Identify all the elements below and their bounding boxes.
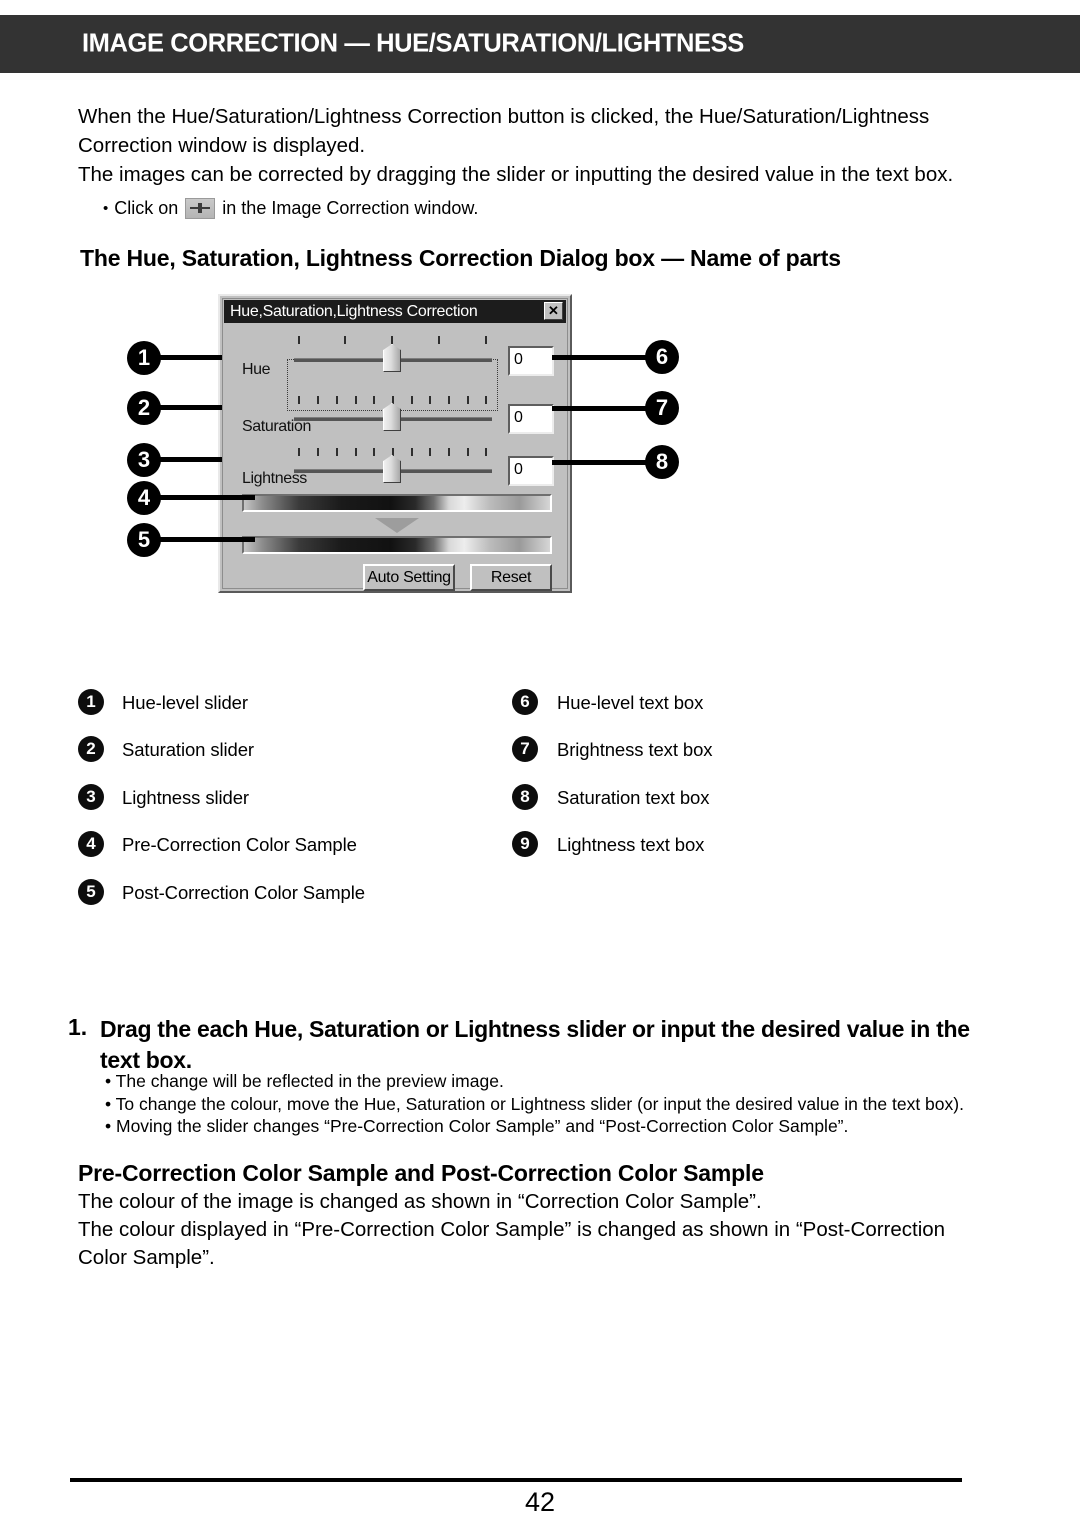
- lightness-slider-row: Lightness 0: [220, 438, 574, 490]
- hue-label: Hue: [242, 361, 271, 378]
- saturation-slider-row: Saturation 0: [220, 386, 574, 438]
- saturation-text-box[interactable]: 0: [508, 404, 554, 434]
- callout-badge-7: 7: [645, 391, 679, 425]
- callout-badge-2: 2: [127, 391, 161, 425]
- intro-line-3: The images can be corrected by dragging …: [78, 163, 954, 186]
- callout-badge-1: 1: [127, 341, 161, 375]
- heading-name-of-parts: The Hue, Saturation, Lightness Correctio…: [80, 245, 841, 271]
- click-on-suffix: in the Image Correction window.: [222, 198, 479, 218]
- footer-divider: [70, 1478, 962, 1482]
- callout-badge-5: 5: [127, 523, 161, 557]
- legend-label-7: Brightness text box: [557, 739, 713, 760]
- page-title: IMAGE CORRECTION — HUE/SATURATION/LIGHTN…: [82, 29, 744, 58]
- click-on-instruction: • Click on in the Image Correction windo…: [103, 196, 478, 220]
- arrow-down-icon: [375, 518, 419, 533]
- hue-ticks: [298, 336, 488, 344]
- callout-badge-8: 8: [645, 445, 679, 479]
- callout-badge-4: 4: [127, 481, 161, 515]
- legend-label-8: Saturation text box: [557, 787, 710, 808]
- legend-badge-1: 1: [78, 689, 104, 715]
- legend-badge-9: 9: [512, 831, 538, 857]
- close-icon[interactable]: ✕: [544, 302, 563, 320]
- callout-badge-6: 6: [645, 340, 679, 374]
- step-bullet-2: • To change the colour, move the Hue, Sa…: [105, 1093, 964, 1114]
- lightness-ticks: [298, 448, 488, 456]
- dialog-titlebar: Hue,Saturation,Lightness Correction ✕: [224, 300, 566, 323]
- color-sample-body: The colour of the image is changed as sh…: [78, 1188, 978, 1272]
- bullet-marker: •: [103, 199, 109, 217]
- dialog-title: Hue,Saturation,Lightness Correction: [230, 302, 478, 320]
- legend-label-5: Post-Correction Color Sample: [122, 882, 365, 903]
- leader-line-8: [552, 460, 650, 465]
- legend-badge-4: 4: [78, 831, 104, 857]
- step-sub-bullets: • The change will be reflected in the pr…: [105, 1070, 1005, 1138]
- leader-line-2: [160, 405, 222, 410]
- legend-badge-6: 6: [512, 689, 538, 715]
- step-number: 1.: [68, 1014, 88, 1040]
- legend-badge-2: 2: [78, 736, 104, 762]
- leader-line-5: [160, 537, 255, 542]
- callout-badge-3: 3: [127, 443, 161, 477]
- leader-line-7: [552, 406, 650, 411]
- legend-badge-3: 3: [78, 784, 104, 810]
- color-sample-line-2: The colour displayed in “Pre-Correction …: [78, 1218, 946, 1241]
- hue-slider-row: Hue 0: [220, 328, 574, 411]
- lightness-slider-thumb[interactable]: [383, 455, 401, 483]
- hue-text-box[interactable]: 0: [508, 346, 554, 376]
- lightness-text-box[interactable]: 0: [508, 456, 554, 486]
- intro-line-2: Correction window is displayed.: [78, 134, 366, 157]
- leader-line-3: [160, 457, 222, 462]
- saturation-ticks: [298, 396, 488, 404]
- legend-label-1: Hue-level slider: [122, 692, 248, 713]
- click-on-label: Click on: [114, 198, 179, 218]
- image-correction-button-icon: [185, 197, 216, 219]
- page-header-bar: IMAGE CORRECTION — HUE/SATURATION/LIGHTN…: [0, 15, 1080, 73]
- saturation-slider-thumb[interactable]: [383, 403, 401, 431]
- legend-label-9: Lightness text box: [557, 834, 705, 855]
- color-sample-line-3: Color Sample”.: [78, 1246, 215, 1269]
- step-instruction: Drag the each Hue, Saturation or Lightne…: [100, 1016, 970, 1073]
- step-bullet-1: • The change will be reflected in the pr…: [105, 1071, 504, 1091]
- legend-label-3: Lightness slider: [122, 787, 249, 808]
- hue-saturation-lightness-dialog: Hue,Saturation,Lightness Correction ✕ Hu…: [218, 294, 572, 593]
- legend-badge-8: 8: [512, 784, 538, 810]
- legend-label-4: Pre-Correction Color Sample: [122, 834, 357, 855]
- legend-label-2: Saturation slider: [122, 739, 254, 760]
- intro-line-1: When the Hue/Saturation/Lightness Correc…: [78, 105, 930, 128]
- color-sample-line-1: The colour of the image is changed as sh…: [78, 1190, 762, 1213]
- leader-line-1: [160, 355, 222, 360]
- legend-badge-7: 7: [512, 736, 538, 762]
- legend-badge-5: 5: [78, 879, 104, 905]
- leader-line-6: [552, 355, 650, 360]
- page-number: 42: [524, 1487, 556, 1517]
- reset-button[interactable]: Reset: [470, 564, 552, 591]
- hue-slider-thumb[interactable]: [383, 344, 401, 372]
- pre-correction-color-sample: [242, 494, 552, 512]
- heading-color-sample: Pre-Correction Color Sample and Post-Cor…: [78, 1160, 764, 1186]
- legend-label-6: Hue-level text box: [557, 692, 704, 713]
- step-bullet-3: • Moving the slider changes “Pre-Correct…: [105, 1116, 849, 1136]
- intro-paragraph: When the Hue/Saturation/Lightness Correc…: [78, 102, 978, 189]
- post-correction-color-sample: [242, 536, 552, 554]
- leader-line-4: [160, 495, 255, 500]
- auto-setting-button[interactable]: Auto Setting: [363, 564, 455, 591]
